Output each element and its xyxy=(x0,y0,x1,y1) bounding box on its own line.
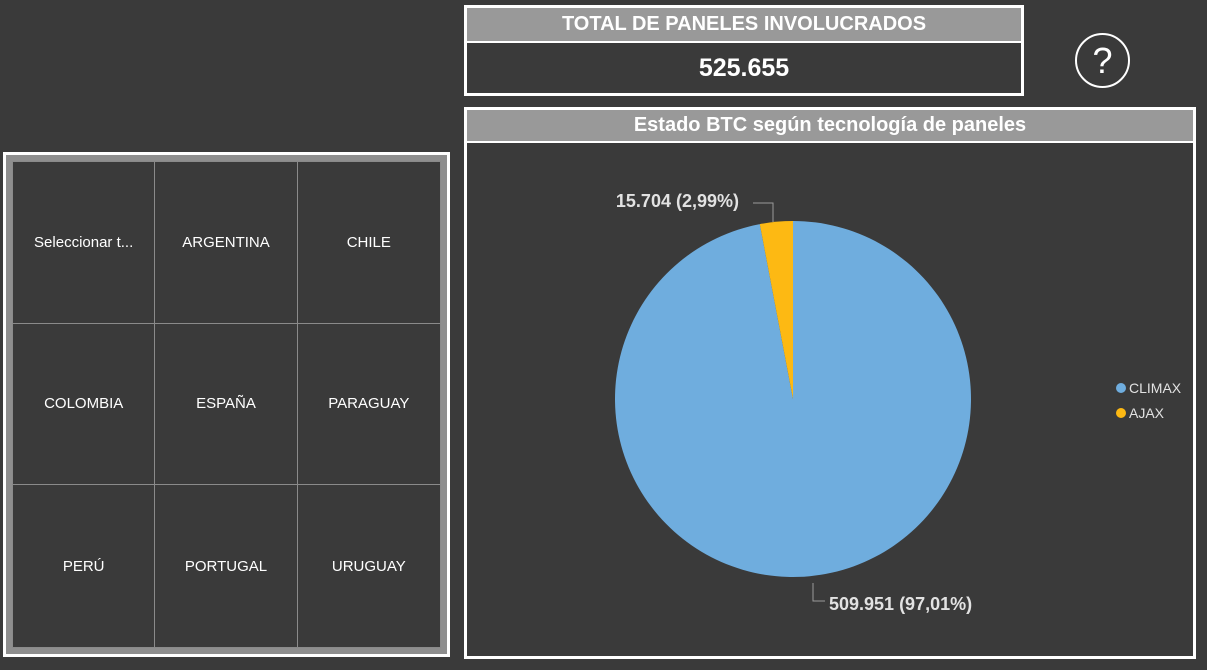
slicer-item-argentina[interactable]: ARGENTINA xyxy=(155,162,298,324)
data-label-climax: 509.951 (97,01%) xyxy=(829,594,972,614)
slicer-item-paraguay[interactable]: PARAGUAY xyxy=(297,324,440,486)
slicer-item-colombia[interactable]: COLOMBIA xyxy=(13,323,156,486)
pie-chart: 509.951 (97,01%) 15.704 (2,99%) CLIMAX AJAX xyxy=(615,191,1182,614)
chart-title: Estado BTC según tecnología de paneles xyxy=(467,110,1193,143)
help-icon[interactable]: ? xyxy=(1075,33,1130,88)
legend-label-climax[interactable]: CLIMAX xyxy=(1129,380,1182,396)
kpi-card: TOTAL DE PANELES INVOLUCRADOS 525.655 xyxy=(464,5,1024,96)
leader-line-climax xyxy=(812,583,825,602)
legend-marker-ajax xyxy=(1116,408,1126,418)
legend-marker-climax xyxy=(1116,383,1126,393)
data-label-ajax: 15.704 (2,99%) xyxy=(616,191,739,211)
slicer-item-espana[interactable]: ESPAÑA xyxy=(155,323,298,486)
legend-label-ajax[interactable]: AJAX xyxy=(1129,405,1165,421)
country-slicer: Seleccionar t... ARGENTINA CHILE COLOMBI… xyxy=(3,152,450,657)
pie-slice-climax[interactable] xyxy=(615,221,972,578)
slicer-item-uruguay[interactable]: URUGUAY xyxy=(298,485,440,647)
help-icon-glyph: ? xyxy=(1092,39,1113,81)
pie-chart-card: Estado BTC según tecnología de paneles 5… xyxy=(464,107,1196,659)
kpi-value: 525.655 xyxy=(698,53,790,82)
slicer-item-peru[interactable]: PERÚ xyxy=(13,485,156,647)
slicer-item-portugal[interactable]: PORTUGAL xyxy=(155,485,298,647)
slicer-item-select-all[interactable]: Seleccionar t... xyxy=(13,162,156,324)
leader-line-ajax xyxy=(753,202,774,222)
kpi-title: TOTAL DE PANELES INVOLUCRADOS xyxy=(467,8,1021,43)
slicer-item-chile[interactable]: CHILE xyxy=(297,162,440,324)
